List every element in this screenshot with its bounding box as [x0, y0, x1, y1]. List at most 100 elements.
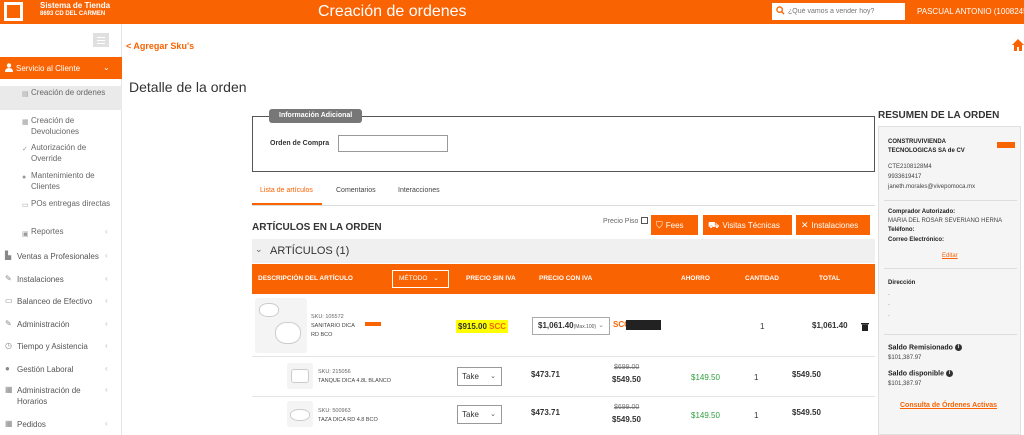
summary-divider	[884, 200, 1017, 201]
cash-icon: ▭	[5, 296, 13, 305]
sidebar-section-label: Instalaciones	[17, 275, 64, 284]
method-select[interactable]: Take ⌄	[457, 367, 502, 386]
sidebar-section-administracion[interactable]: ✎ Administración ‹	[0, 319, 122, 332]
additional-info-tab: Información Adicional	[269, 109, 363, 123]
saldo-disponible-value: $101,387.97	[888, 381, 922, 387]
method-select[interactable]: Take ⌄	[457, 405, 502, 424]
sidebar-item-label: Reportes	[31, 227, 64, 236]
back-link[interactable]: < Agregar Sku's	[126, 41, 194, 51]
check-icon: ✓	[22, 146, 28, 153]
sidebar-section-ventas-profesionales[interactable]: ▙ Ventas a Profesionales ‹	[0, 251, 122, 264]
item-name: SANITARIO DICA	[311, 323, 355, 329]
sidebar-section-pedidos[interactable]: ▦ Pedidos ‹	[0, 419, 122, 432]
info-icon[interactable]: i	[954, 344, 962, 351]
fees-button[interactable]: ⛉ Fees	[651, 215, 698, 235]
active-orders-link[interactable]: Consulta de Órdenes Activas	[900, 402, 997, 409]
search-input[interactable]	[788, 5, 900, 18]
search-icon[interactable]	[776, 6, 785, 15]
sidebar-item-pos-entregas[interactable]: ▭ POs entregas directas	[0, 197, 122, 221]
tag-icon: ⛉	[656, 220, 663, 230]
sidebar-section-servicio-cliente[interactable]: Servicio al Cliente ⌄	[0, 57, 122, 79]
item-name: TANQUE DICA 4.8L BLANCO	[318, 378, 392, 384]
sidebar: Servicio al Cliente ⌄ ▤ Creación de orde…	[0, 24, 122, 435]
return-icon: ▦	[22, 119, 29, 126]
tabs-divider	[252, 205, 875, 206]
sidebar-section-label: Ventas a Profesionales	[17, 252, 99, 261]
chevron-left-icon: ‹	[105, 227, 108, 236]
user-name[interactable]: PASCUAL ANTONIO (1008245)	[917, 7, 1024, 16]
sidebar-section-instalaciones[interactable]: ✎ Instalaciones ‹	[0, 274, 122, 287]
info-icon[interactable]: i	[945, 370, 953, 377]
tab-lista-articulos[interactable]: Lista de artículos	[260, 187, 313, 194]
sidebar-item-reportes[interactable]: ▣ Reportes ‹	[0, 226, 122, 239]
buyer-name: MARIA DEL ROSAR SEVERIANO HERNA	[888, 218, 1003, 224]
search-box[interactable]	[772, 3, 905, 20]
truck-icon: ⛟	[708, 220, 720, 230]
item-name-2: RD BCO	[311, 332, 333, 338]
sidebar-section-administracion-horarios[interactable]: ▦ Administración de Horarios ‹	[0, 385, 122, 409]
chevron-left-icon: ‹	[105, 296, 108, 305]
items-title: ARTÍCULOS EN LA ORDEN	[252, 222, 382, 233]
product-image	[255, 298, 307, 353]
item-sku: SKU: 500963	[318, 408, 351, 414]
method-value: Take	[462, 372, 479, 381]
chevron-left-icon: ‹	[105, 319, 108, 328]
home-depot-logo[interactable]	[3, 1, 24, 22]
menu-toggle-icon[interactable]	[93, 33, 109, 47]
column-precio-con-iva: PRECIO CON IVA	[539, 275, 593, 282]
order-summary-title: RESUMEN DE LA ORDEN	[878, 110, 1000, 121]
tab-interacciones[interactable]: Interacciones	[398, 187, 440, 194]
column-precio-sin-iva: PRECIO SIN IVA	[466, 275, 516, 282]
price-con-iva-select[interactable]: $1,061.40(Max.100) ⌄	[532, 317, 610, 335]
sidebar-section-tiempo-asistencia[interactable]: ◷ Tiempo y Asistencia ‹	[0, 341, 122, 354]
edit-link[interactable]: Editar	[942, 253, 958, 259]
sidebar-section-gestion-laboral[interactable]: ● Gestión Laboral ‹	[0, 364, 122, 377]
trash-icon[interactable]	[861, 322, 869, 331]
saldo-remisionado-value: $101,387.97	[888, 355, 922, 361]
company-rfc: CTE2108128M4	[888, 164, 932, 170]
ahorro: $149.50	[691, 411, 720, 420]
sidebar-section-label: Gestión Laboral	[17, 365, 74, 374]
home-icon[interactable]	[1012, 39, 1024, 51]
address-line: ·	[888, 302, 890, 308]
column-total: TOTAL	[819, 275, 841, 282]
sidebar-item-label: Autorización de Override	[31, 143, 87, 163]
email-label: Correo Electrónico:	[888, 237, 945, 243]
tab-comentarios[interactable]: Comentarios	[336, 187, 376, 194]
company-phone: 9933619417	[888, 174, 922, 180]
item-total: $1,061.40	[812, 321, 848, 330]
sidebar-item-label: Creación de Devoluciones	[31, 116, 80, 136]
scc-tag: SCC	[489, 322, 507, 331]
instalaciones-button[interactable]: ✕ Instalaciones	[796, 215, 870, 235]
users-icon: ●	[5, 364, 10, 373]
chevron-down-icon: ⌄	[103, 63, 110, 72]
visitas-tecnicas-button[interactable]: ⛟ Visitas Técnicas	[703, 215, 792, 235]
old-price: $699.00	[614, 404, 640, 411]
precio-piso-checkbox[interactable]	[641, 217, 648, 224]
sidebar-section-label: Administración de Horarios	[17, 386, 81, 406]
row-divider	[252, 396, 875, 397]
sidebar-section-balanceo-efectivo[interactable]: ▭ Balanceo de Efectivo ‹	[0, 296, 122, 309]
price-sin-iva-highlight: $915.00 SCC	[456, 320, 509, 333]
purchase-order-input[interactable]	[338, 135, 448, 152]
buyer-label: Comprador Autorizado:	[888, 209, 956, 215]
precio-piso-label: Precio Piso	[603, 218, 639, 225]
truck-icon: ▭	[22, 202, 29, 209]
company-name: CONSTRUVIVIENDA	[888, 139, 947, 145]
chevron-down-icon[interactable]: ⌄	[255, 244, 263, 255]
sidebar-item-mantenimiento-clientes[interactable]: ● Mantenimiento de Clientes	[0, 169, 122, 193]
sidebar-item-autorizacion-override[interactable]: ✓ Autorización de Override	[0, 141, 122, 165]
wrench-icon: ✎	[5, 274, 12, 283]
product-image	[287, 363, 313, 389]
metodo-dropdown[interactable]: MÉTODO ⌄	[392, 270, 449, 288]
store-id: 8693 CD DEL CARMEN	[40, 11, 106, 17]
tools-icon: ✕	[801, 220, 809, 230]
sidebar-item-creacion-ordenes[interactable]: ▤ Creación de ordenes	[0, 86, 122, 110]
item-quantity: 1	[754, 373, 759, 382]
price-con-iva: $1,061.40	[538, 321, 574, 330]
user-icon	[5, 63, 13, 72]
order-detail-title: Detalle de la orden	[129, 79, 247, 95]
store-name: Sistema de Tienda	[40, 1, 111, 10]
product-image	[287, 401, 313, 427]
sidebar-item-creacion-devoluciones[interactable]: ▦ Creación de Devoluciones	[0, 114, 122, 138]
